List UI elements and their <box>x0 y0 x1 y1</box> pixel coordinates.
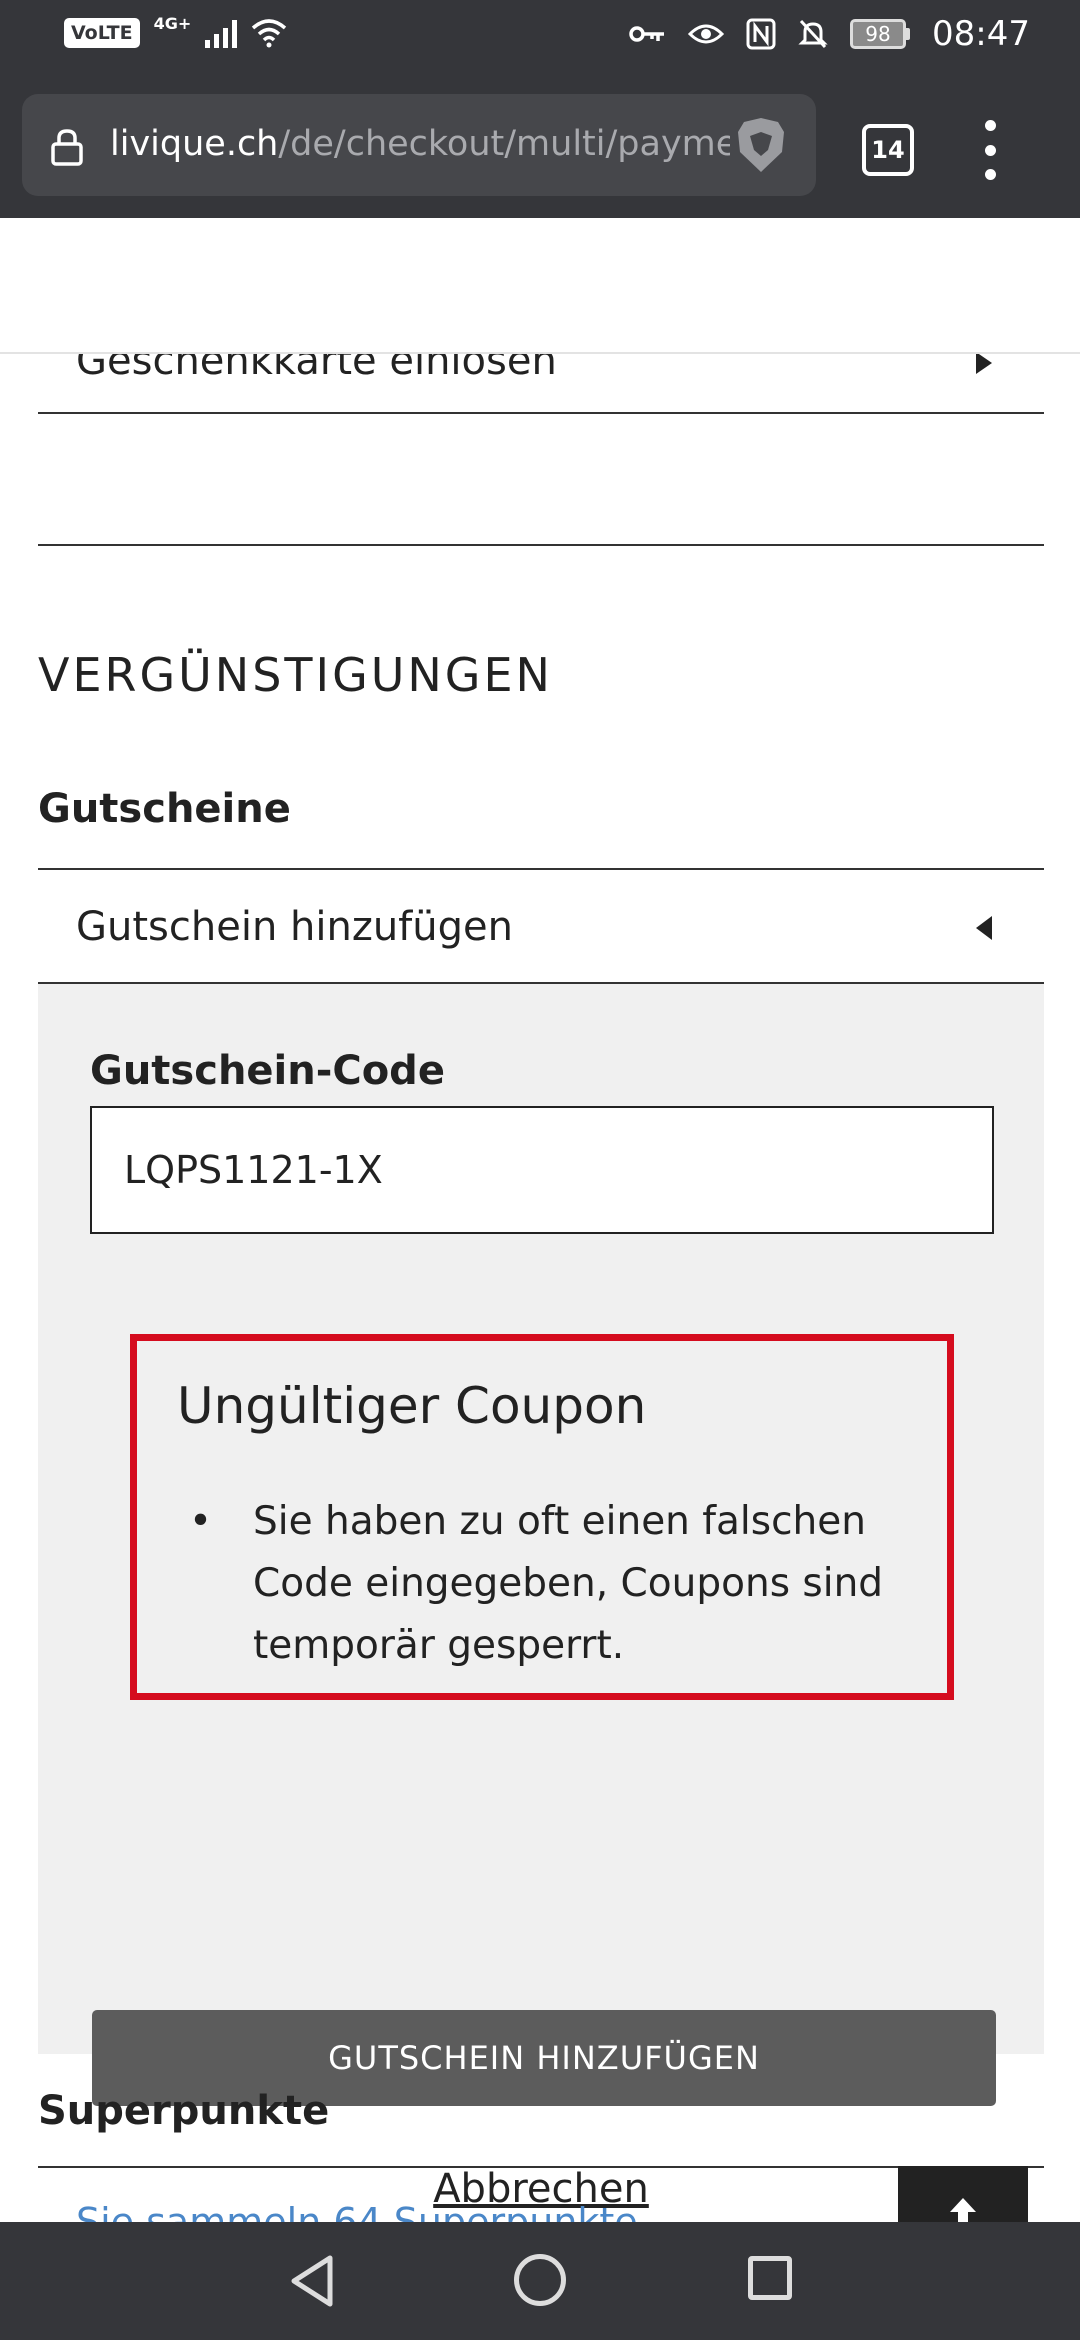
superpoints-row[interactable]: Sie sammeln 64 Superpunkte <box>38 2166 1044 2222</box>
lock-icon <box>51 129 83 166</box>
navigation-bar <box>0 2222 1080 2340</box>
url-text[interactable]: livique.ch/de/checkout/multi/paymer <box>110 124 730 164</box>
caret-right-icon <box>976 352 992 374</box>
address-bar[interactable]: livique.ch/de/checkout/multi/paymer <box>22 94 816 196</box>
arrow-up-icon <box>950 2198 976 2222</box>
bell-off-icon <box>798 19 828 49</box>
add-coupon-toggle[interactable]: Gutschein hinzufügen <box>38 868 1044 984</box>
vpn-key-icon <box>629 26 665 42</box>
volte-indicator: VoLTE <box>64 18 140 48</box>
home-icon[interactable] <box>514 2254 566 2306</box>
overflow-menu-icon[interactable] <box>980 120 1000 180</box>
error-box: Ungültiger Coupon • Sie haben zu oft ein… <box>130 1334 954 1700</box>
coupon-code-input[interactable] <box>90 1106 994 1234</box>
error-title: Ungültiger Coupon <box>177 1377 647 1435</box>
bullet-icon: • <box>189 1499 213 1544</box>
battery-icon: 98 <box>850 19 911 49</box>
brave-shield-icon[interactable] <box>728 112 794 178</box>
network-type: 4G+ <box>153 13 192 33</box>
browser-toolbar: livique.ch/de/checkout/multi/paymer 14 <box>0 80 1080 218</box>
scroll-to-top-button[interactable] <box>898 2166 1028 2222</box>
error-message: Sie haben zu oft einen falschen Code ein… <box>253 1499 884 1668</box>
recent-apps-icon[interactable] <box>748 2256 792 2300</box>
eye-icon <box>688 24 725 44</box>
section-title: VERGÜNSTIGUNGEN <box>38 648 553 702</box>
superpoints-link[interactable]: Sie sammeln 64 Superpunkte <box>76 2200 638 2222</box>
tab-switcher-button[interactable]: 14 <box>862 124 914 176</box>
sticky-header <box>0 218 1080 354</box>
back-icon[interactable] <box>288 2254 336 2308</box>
coupons-heading: Gutscheine <box>38 786 291 832</box>
status-bar: VoLTE 4G+ 98 08:47 <box>0 0 1080 80</box>
wifi-icon <box>252 19 287 48</box>
caret-left-icon <box>976 916 992 940</box>
nfc-icon <box>746 18 776 50</box>
clock: 08:47 <box>932 14 1030 54</box>
divider <box>38 544 1044 546</box>
signal-icon <box>205 18 238 48</box>
superpoints-heading: Superpunkte <box>38 2088 330 2134</box>
coupon-form-panel: Gutschein-Code Ungültiger Coupon • Sie h… <box>38 984 1044 2212</box>
add-coupon-label: Gutschein hinzufügen <box>76 904 513 950</box>
web-page: Geschenkkarte einlösen VERGÜNSTIGUNGEN G… <box>0 218 1080 2222</box>
coupon-code-label: Gutschein-Code <box>90 1048 445 1094</box>
